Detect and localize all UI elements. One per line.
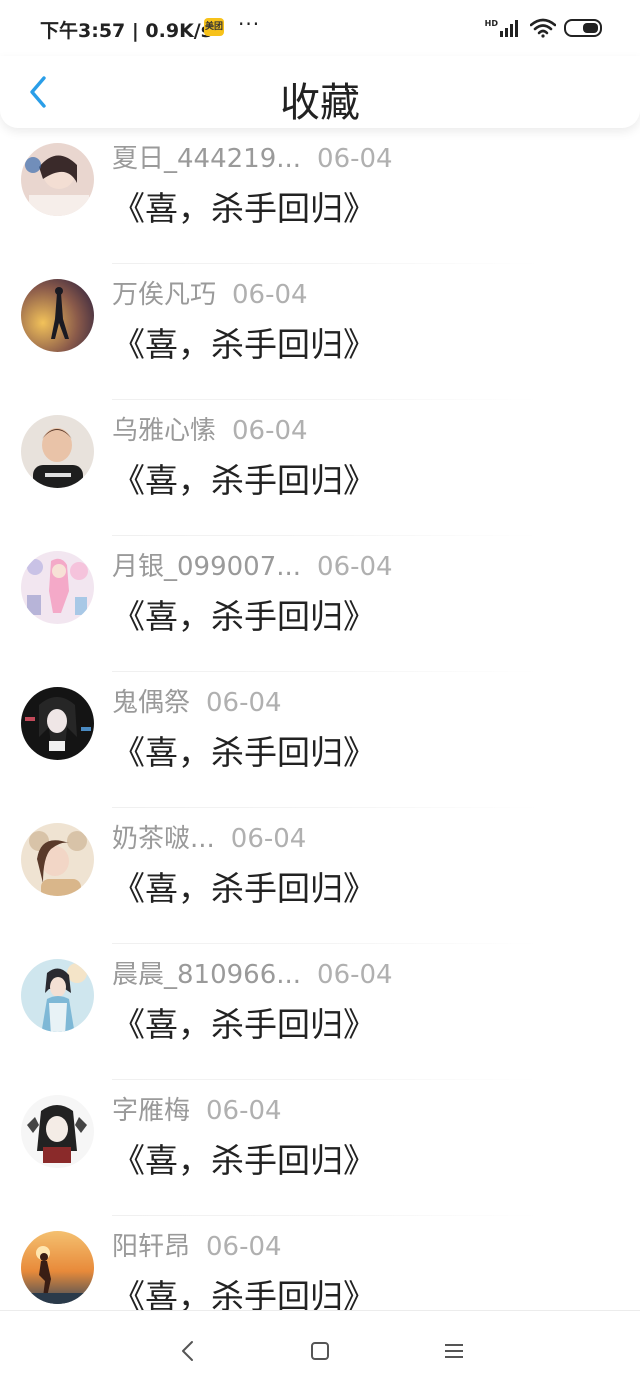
list-item[interactable]: 鬼偶祭 06-04 《喜，杀手回归》 (0, 672, 640, 808)
username: 万俟凡巧 (112, 280, 217, 310)
status-time: 下午3:57 | 0.9K/s (40, 20, 213, 42)
item-meta: 奶茶啵... 06-04 (112, 818, 306, 855)
list-item[interactable]: 阳轩昂 06-04 《喜，杀手回归》 (0, 1216, 640, 1310)
item-meta: 万俟凡巧 06-04 (112, 274, 308, 311)
username: 夏日_444219... (112, 144, 302, 174)
item-date: 06-04 (232, 416, 308, 446)
book-title[interactable]: 《喜，杀手回归》 (112, 318, 376, 366)
book-title[interactable]: 《喜，杀手回归》 (112, 1270, 376, 1310)
header-bar: 收藏 (0, 56, 640, 128)
book-title[interactable]: 《喜，杀手回归》 (112, 182, 376, 230)
nav-home-button[interactable] (300, 1331, 340, 1371)
user-avatar[interactable] (21, 959, 94, 1032)
item-date: 06-04 (317, 552, 393, 582)
book-title[interactable]: 《喜，杀手回归》 (112, 998, 376, 1046)
user-avatar[interactable] (21, 143, 94, 216)
status-bar: 下午3:57 | 0.9K/s 美团 ··· HD (0, 0, 640, 56)
hd-label: HD (484, 18, 498, 28)
status-icons: HD (485, 16, 604, 40)
item-date: 06-04 (206, 1096, 282, 1126)
list-item[interactable]: 乌雅心愫 06-04 《喜，杀手回归》 (0, 400, 640, 536)
item-date: 06-04 (317, 144, 393, 174)
user-avatar[interactable] (21, 415, 94, 488)
list-item[interactable]: 月银_099007... 06-04 《喜，杀手回归》 (0, 536, 640, 672)
username: 鬼偶祭 (112, 688, 191, 718)
square-home-icon (311, 1342, 329, 1360)
list-item[interactable]: 字雁梅 06-04 《喜，杀手回归》 (0, 1080, 640, 1216)
item-meta: 鬼偶祭 06-04 (112, 682, 282, 719)
page-title: 收藏 (280, 80, 360, 126)
meituan-app-icon: 美团 (204, 18, 224, 36)
username: 奶茶啵... (112, 824, 215, 854)
list-item[interactable]: 奶茶啵... 06-04 《喜，杀手回归》 (0, 808, 640, 944)
item-meta: 月银_099007... 06-04 (112, 546, 393, 583)
user-avatar[interactable] (21, 279, 94, 352)
username: 字雁梅 (112, 1096, 191, 1126)
book-title[interactable]: 《喜，杀手回归》 (112, 726, 376, 774)
username: 乌雅心愫 (112, 416, 217, 446)
item-meta: 字雁梅 06-04 (112, 1090, 282, 1127)
item-date: 06-04 (206, 1232, 282, 1262)
book-title[interactable]: 《喜，杀手回归》 (112, 1134, 376, 1182)
signal-icon (500, 20, 518, 37)
book-title[interactable]: 《喜，杀手回归》 (112, 862, 376, 910)
nav-back-button[interactable] (168, 1331, 208, 1371)
user-avatar[interactable] (21, 1231, 94, 1304)
favorites-list: 夏日_444219... 06-04 《喜，杀手回归》 万俟凡巧 06-04 《喜，… (0, 128, 640, 1310)
menu-lines-icon (445, 1344, 463, 1358)
item-date: 06-04 (232, 280, 308, 310)
battery-icon (564, 19, 602, 37)
triangle-back-icon (182, 1341, 193, 1361)
system-nav-bar (0, 1310, 640, 1388)
nav-menu-button[interactable] (434, 1331, 474, 1371)
list-item[interactable]: 万俟凡巧 06-04 《喜，杀手回归》 (0, 264, 640, 400)
username: 月银_099007... (112, 552, 302, 582)
item-date: 06-04 (230, 824, 307, 854)
user-avatar[interactable] (21, 687, 94, 760)
user-avatar[interactable] (21, 551, 94, 624)
list-item[interactable]: 夏日_444219... 06-04 《喜，杀手回归》 (0, 128, 640, 264)
item-meta: 阳轩昂 06-04 (112, 1226, 282, 1263)
username: 阳轩昂 (112, 1232, 191, 1262)
user-avatar[interactable] (21, 1095, 94, 1168)
book-title[interactable]: 《喜，杀手回归》 (112, 590, 376, 638)
username: 晨晨_810966... (112, 960, 302, 990)
item-meta: 夏日_444219... 06-04 (112, 138, 393, 175)
item-date: 06-04 (206, 688, 282, 718)
item-meta: 晨晨_810966... 06-04 (112, 954, 393, 991)
book-title[interactable]: 《喜，杀手回归》 (112, 454, 376, 502)
wifi-icon (530, 18, 556, 38)
item-meta: 乌雅心愫 06-04 (112, 410, 308, 447)
more-notifications-icon: ··· (238, 12, 261, 36)
list-item[interactable]: 晨晨_810966... 06-04 《喜，杀手回归》 (0, 944, 640, 1080)
user-avatar[interactable] (21, 823, 94, 896)
item-date: 06-04 (317, 960, 393, 990)
